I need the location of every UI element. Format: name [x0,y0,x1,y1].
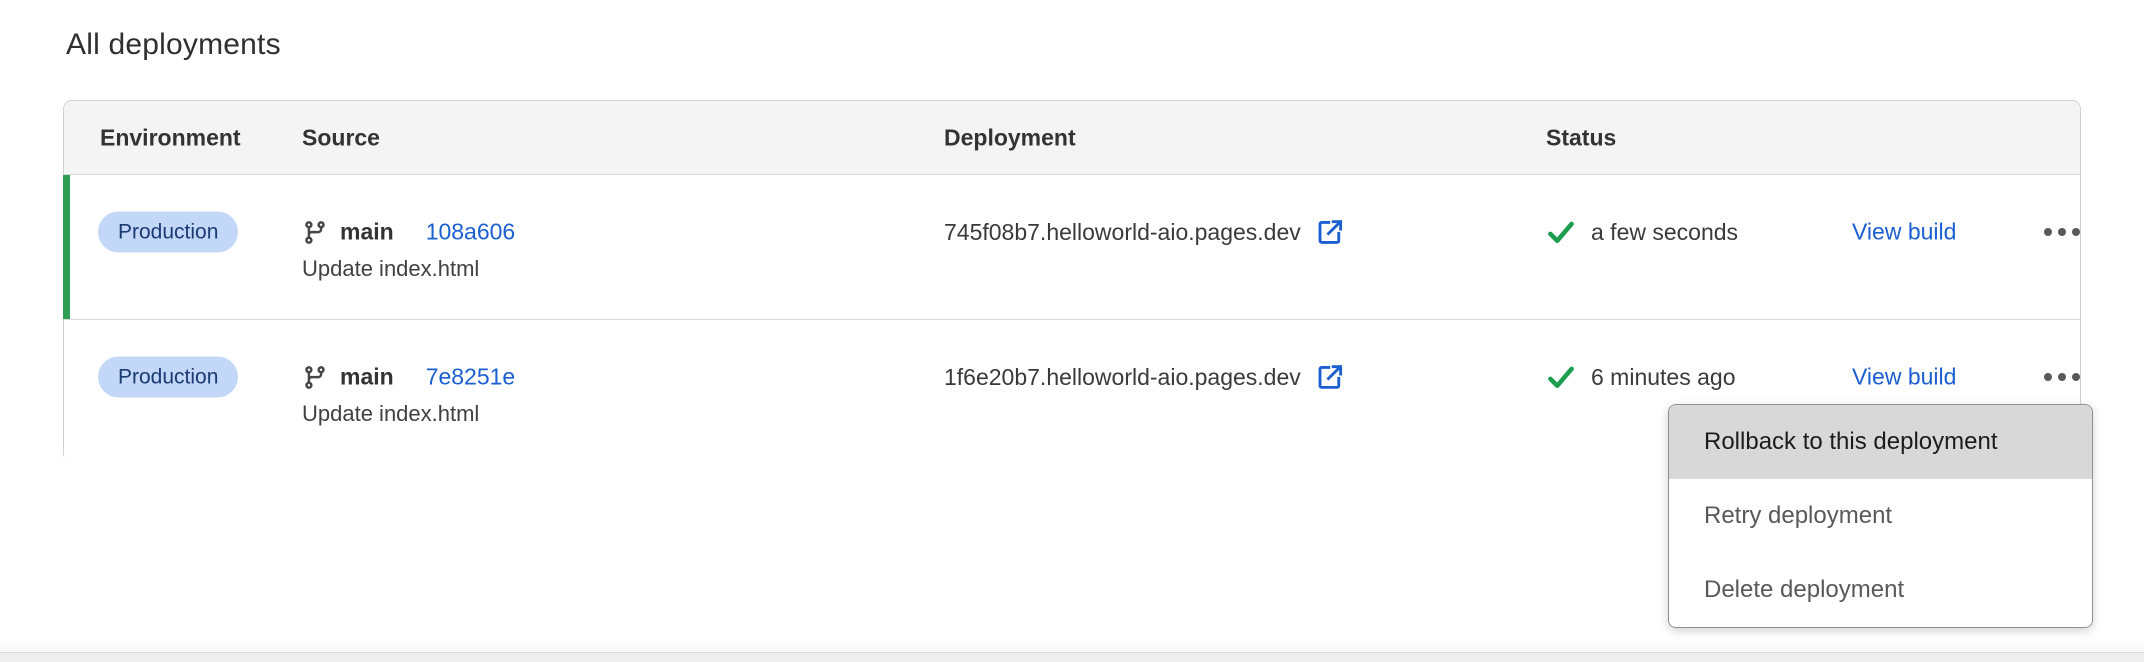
deployment-cell: 1f6e20b7.helloworld-aio.pages.dev [944,362,1345,392]
commit-message: Update index.html [302,401,479,427]
status-cell: a few seconds [1546,217,1738,247]
external-link-icon[interactable] [1315,217,1345,247]
column-header-status: Status [1546,124,1616,151]
column-header-source: Source [302,124,380,151]
source-cell: main 7e8251e [302,364,515,391]
environment-cell: Production [98,357,238,398]
git-branch-icon [302,364,328,390]
page-title: All deployments [66,28,281,62]
more-actions-cell [2040,218,2084,246]
ellipsis-icon [2044,228,2052,236]
menu-item-retry[interactable]: Retry deployment [1669,479,2092,553]
more-actions-button[interactable] [2040,363,2084,391]
environment-cell: Production [98,212,238,253]
ellipsis-icon [2044,373,2052,381]
column-header-environment: Environment [100,124,241,151]
menu-item-rollback[interactable]: Rollback to this deployment [1669,405,2092,479]
commit-link[interactable]: 108a606 [426,219,516,246]
view-build-cell: View build [1852,364,1956,391]
commit-message: Update index.html [302,256,479,282]
bottom-band [0,653,2144,662]
branch-name: main [340,364,394,391]
more-actions-button[interactable] [2040,218,2084,246]
git-branch-icon [302,219,328,245]
menu-item-delete[interactable]: Delete deployment [1669,553,2092,627]
deployment-url: 1f6e20b7.helloworld-aio.pages.dev [944,364,1301,391]
view-build-link[interactable]: View build [1852,364,1956,391]
column-header-deployment: Deployment [944,124,1076,151]
status-time: 6 minutes ago [1591,364,1735,391]
more-actions-cell [2040,363,2084,391]
branch-name: main [340,219,394,246]
check-icon [1546,362,1576,392]
table-row: Production main 108a606 Update index.htm… [64,175,2080,319]
status-cell: 6 minutes ago [1546,362,1735,392]
deployment-context-menu: Rollback to this deployment Retry deploy… [1668,404,2093,628]
environment-badge: Production [98,212,238,253]
deployment-url: 745f08b7.helloworld-aio.pages.dev [944,219,1301,246]
deployments-page: All deployments Environment Source Deplo… [0,0,2144,662]
commit-link[interactable]: 7e8251e [426,364,516,391]
view-build-cell: View build [1852,219,1956,246]
external-link-icon[interactable] [1315,362,1345,392]
view-build-link[interactable]: View build [1852,219,1956,246]
bottom-fade [0,641,2144,652]
source-cell: main 108a606 [302,219,515,246]
environment-badge: Production [98,357,238,398]
deployment-cell: 745f08b7.helloworld-aio.pages.dev [944,217,1345,247]
table-header-row: Environment Source Deployment Status [64,101,2080,175]
check-icon [1546,217,1576,247]
status-time: a few seconds [1591,219,1738,246]
